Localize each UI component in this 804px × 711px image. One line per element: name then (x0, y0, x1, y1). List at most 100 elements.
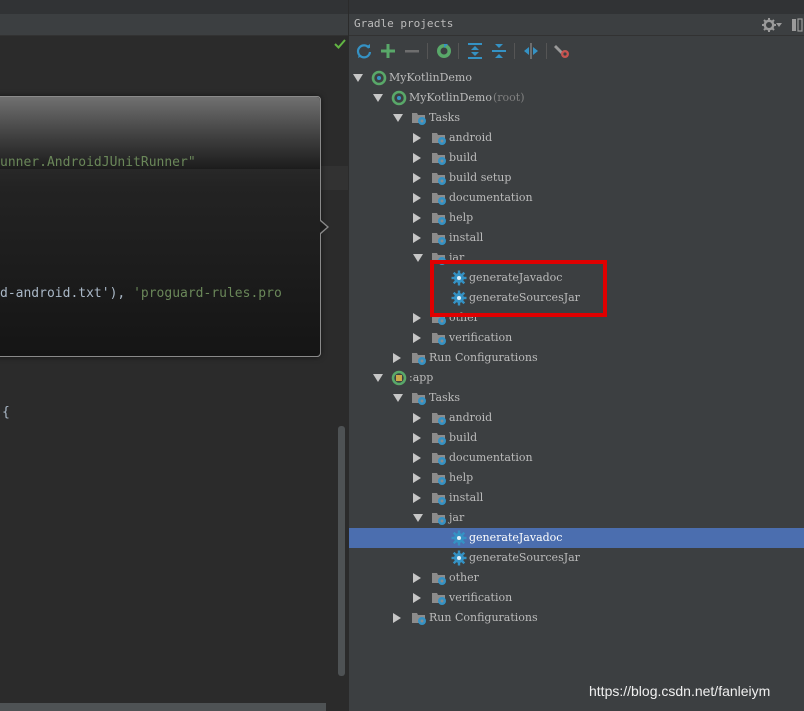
tree-node[interactable]: jar (349, 508, 804, 528)
task-tree-item[interactable]: generateJavadoc (349, 528, 804, 548)
gear-icon (451, 530, 467, 546)
tree-node[interactable]: Run Configurations (349, 348, 804, 368)
tree-node[interactable]: help (349, 208, 804, 228)
tree-node[interactable]: verification (349, 328, 804, 348)
popup-code-line: unner.AndroidJUnitRunner" (0, 155, 196, 170)
hide-panel-icon[interactable] (791, 18, 803, 32)
expanded-arrow-icon[interactable] (353, 74, 363, 82)
check-icon (334, 39, 346, 49)
tree-node[interactable]: Tasks (349, 108, 804, 128)
task-folder-icon (412, 393, 426, 405)
execute-gradle-task-icon[interactable] (435, 42, 453, 60)
task-folder-icon (432, 493, 446, 505)
tree-node[interactable]: documentation (349, 188, 804, 208)
tree-node[interactable]: documentation (349, 448, 804, 468)
collapsed-arrow-icon[interactable] (393, 613, 401, 623)
tree-node[interactable]: android (349, 128, 804, 148)
collapsed-arrow-icon[interactable] (413, 333, 421, 343)
task-folder-icon (432, 133, 446, 145)
toggle-offline-icon[interactable] (522, 42, 540, 60)
tree-node[interactable]: Tasks (349, 388, 804, 408)
tree-node-label: help (449, 471, 474, 484)
expanded-arrow-icon[interactable] (413, 514, 423, 522)
gear-icon (451, 550, 467, 566)
tree-node-label: verification (449, 591, 513, 604)
tree-node[interactable]: other (349, 568, 804, 588)
tree-node[interactable]: MyKotlinDemo (349, 68, 804, 88)
task-folder-icon (432, 573, 446, 585)
collapsed-arrow-icon[interactable] (413, 193, 421, 203)
gradle-module-icon (391, 370, 407, 386)
tree-node-label: build (449, 151, 478, 164)
popup-arrow-inner (320, 221, 327, 233)
toolbar-separator (427, 43, 428, 59)
tree-node[interactable]: install (349, 488, 804, 508)
task-folder-icon (432, 153, 446, 165)
panel-header: Gradle projects (349, 14, 804, 36)
tree-node[interactable]: Run Configurations (349, 608, 804, 628)
task-tree-item[interactable]: generateSourcesJar (349, 548, 804, 568)
tree-node-label: Run Configurations (429, 351, 538, 364)
gear-icon[interactable] (761, 17, 777, 33)
tree-node[interactable]: build setup (349, 168, 804, 188)
tree-node-sublabel: (root) (493, 91, 525, 104)
tree-node[interactable]: install (349, 228, 804, 248)
toolbar-separator (546, 43, 547, 59)
code-editor[interactable]: unner.AndroidJUnitRunner" d-android.txt'… (0, 0, 348, 711)
collapsed-arrow-icon[interactable] (393, 353, 401, 363)
tree-node-label: documentation (449, 191, 533, 204)
collapsed-arrow-icon[interactable] (413, 493, 421, 503)
collapsed-arrow-icon[interactable] (413, 413, 421, 423)
refresh-icon[interactable] (355, 42, 373, 60)
task-folder-icon (412, 353, 426, 365)
collapsed-arrow-icon[interactable] (413, 153, 421, 163)
tree-node-label: generateSourcesJar (469, 551, 580, 564)
collapsed-arrow-icon[interactable] (413, 233, 421, 243)
collapsed-arrow-icon[interactable] (413, 473, 421, 483)
collapsed-arrow-icon[interactable] (413, 133, 421, 143)
chevron-down-icon[interactable] (776, 23, 782, 27)
collapsed-arrow-icon[interactable] (413, 173, 421, 183)
code-string: 'proguard-rules.pro (133, 286, 282, 301)
task-folder-icon (432, 433, 446, 445)
remove-icon[interactable] (403, 42, 421, 60)
gradle-toolbar (349, 37, 804, 65)
tree-node-label: jar (449, 511, 465, 524)
gradle-settings-icon[interactable] (553, 42, 571, 60)
watermark-text: https://blog.csdn.net/fanleiym (589, 683, 771, 699)
task-folder-icon (432, 193, 446, 205)
tree-node-label: verification (449, 331, 513, 344)
expanded-arrow-icon[interactable] (393, 394, 403, 402)
panel-top-strip (349, 0, 804, 14)
tree-node[interactable]: android (349, 408, 804, 428)
collapsed-arrow-icon[interactable] (413, 453, 421, 463)
tree-node-label: android (449, 131, 493, 144)
expanded-arrow-icon[interactable] (373, 374, 383, 382)
editor-tab-bar (0, 14, 348, 36)
collapsed-arrow-icon[interactable] (413, 313, 421, 323)
tree-node[interactable]: help (349, 468, 804, 488)
expand-all-icon[interactable] (466, 42, 484, 60)
gradle-project-icon (371, 70, 387, 86)
expanded-arrow-icon[interactable] (413, 254, 423, 262)
tree-node[interactable]: MyKotlinDemo (root) (349, 88, 804, 108)
vertical-scrollbar[interactable] (338, 426, 345, 676)
collapse-all-icon[interactable] (490, 42, 508, 60)
toolbar-separator (458, 43, 459, 59)
tree-node[interactable]: build (349, 428, 804, 448)
collapsed-arrow-icon[interactable] (413, 433, 421, 443)
tree-node-label: other (449, 571, 479, 584)
horizontal-scrollbar[interactable] (0, 703, 326, 711)
expanded-arrow-icon[interactable] (393, 114, 403, 122)
collapsed-arrow-icon[interactable] (413, 213, 421, 223)
tree-node[interactable]: :app (349, 368, 804, 388)
tree-node[interactable]: verification (349, 588, 804, 608)
tree-node[interactable]: build (349, 148, 804, 168)
tree-node-label: build (449, 431, 478, 444)
collapsed-arrow-icon[interactable] (413, 593, 421, 603)
tree-node-label: build setup (449, 171, 512, 184)
add-icon[interactable] (379, 42, 397, 60)
expanded-arrow-icon[interactable] (373, 94, 383, 102)
tree-node-label: install (449, 231, 484, 244)
collapsed-arrow-icon[interactable] (413, 573, 421, 583)
